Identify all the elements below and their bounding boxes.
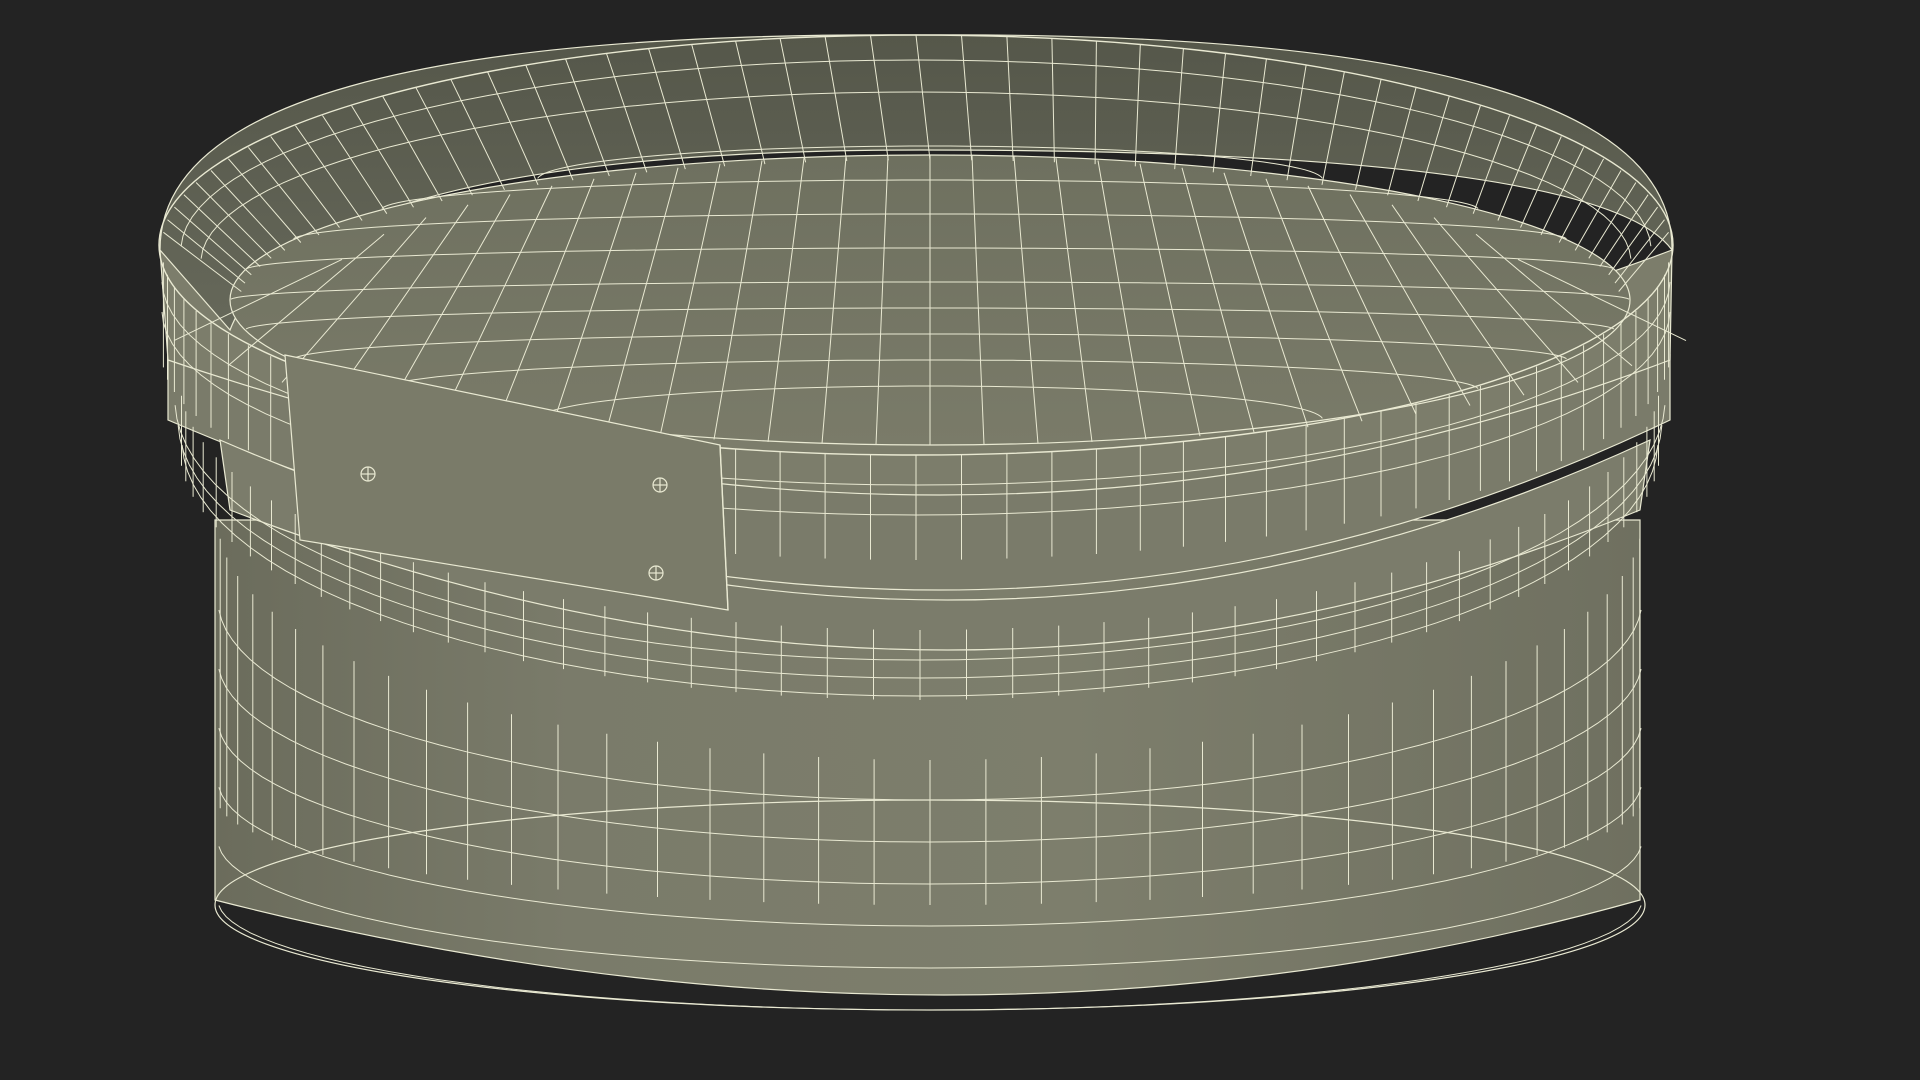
rivet-icon — [360, 466, 376, 482]
rivet-icon — [652, 477, 668, 493]
3d-viewport[interactable] — [0, 0, 1920, 1080]
wireframe-box-render — [158, 34, 1687, 1011]
rivet-icon — [648, 565, 664, 581]
